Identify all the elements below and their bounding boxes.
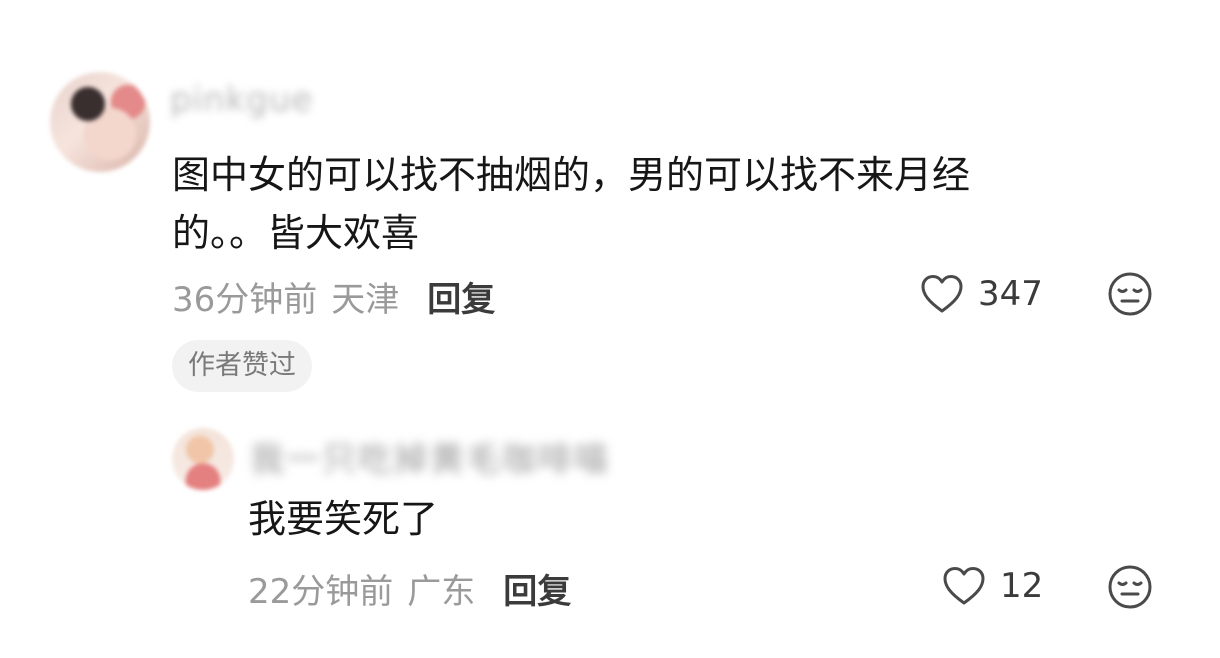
neutral-face-icon[interactable] (1106, 270, 1154, 318)
reply-meta: 22分钟前 广东 回复 (248, 564, 571, 613)
comment-location: 天津 (331, 280, 400, 320)
neutral-face-icon[interactable] (1106, 563, 1154, 611)
reply-location: 广东 (407, 572, 476, 612)
comment-time: 36分钟前 (172, 280, 318, 320)
heart-outline-icon (921, 275, 963, 313)
comment-thread: pinkgue 图中女的可以找不抽烟的，男的可以找不来月经 的。。皆大欢喜 36… (0, 0, 1220, 658)
comment-text: 图中女的可以找不抽烟的，男的可以找不来月经 的。。皆大欢喜 (172, 146, 1072, 262)
heart-outline-icon (943, 567, 985, 605)
commenter-avatar[interactable] (50, 72, 150, 172)
comment-text-line-1: 图中女的可以找不抽烟的，男的可以找不来月经 (172, 153, 971, 197)
reply-like-button[interactable]: 12 (940, 562, 1043, 610)
like-button[interactable]: 347 (918, 270, 1043, 318)
reply-time: 22分钟前 (248, 572, 394, 612)
author-liked-badge: 作者赞过 (172, 340, 312, 392)
like-count: 347 (978, 274, 1043, 314)
reply-like-count: 12 (1000, 566, 1044, 606)
replier-avatar[interactable] (172, 428, 234, 490)
replier-name[interactable]: 我一只吃掉黄毛咖啡喵 (250, 432, 610, 481)
commenter-name[interactable]: pinkgue (170, 80, 313, 120)
comment-text-line-2: 的。。皆大欢喜 (172, 211, 420, 255)
comment-meta: 36分钟前 天津 回复 (172, 272, 495, 321)
reply-reply-button[interactable]: 回复 (503, 572, 571, 612)
reply-button[interactable]: 回复 (427, 280, 495, 320)
reply-text: 我要笑死了 (248, 497, 439, 541)
